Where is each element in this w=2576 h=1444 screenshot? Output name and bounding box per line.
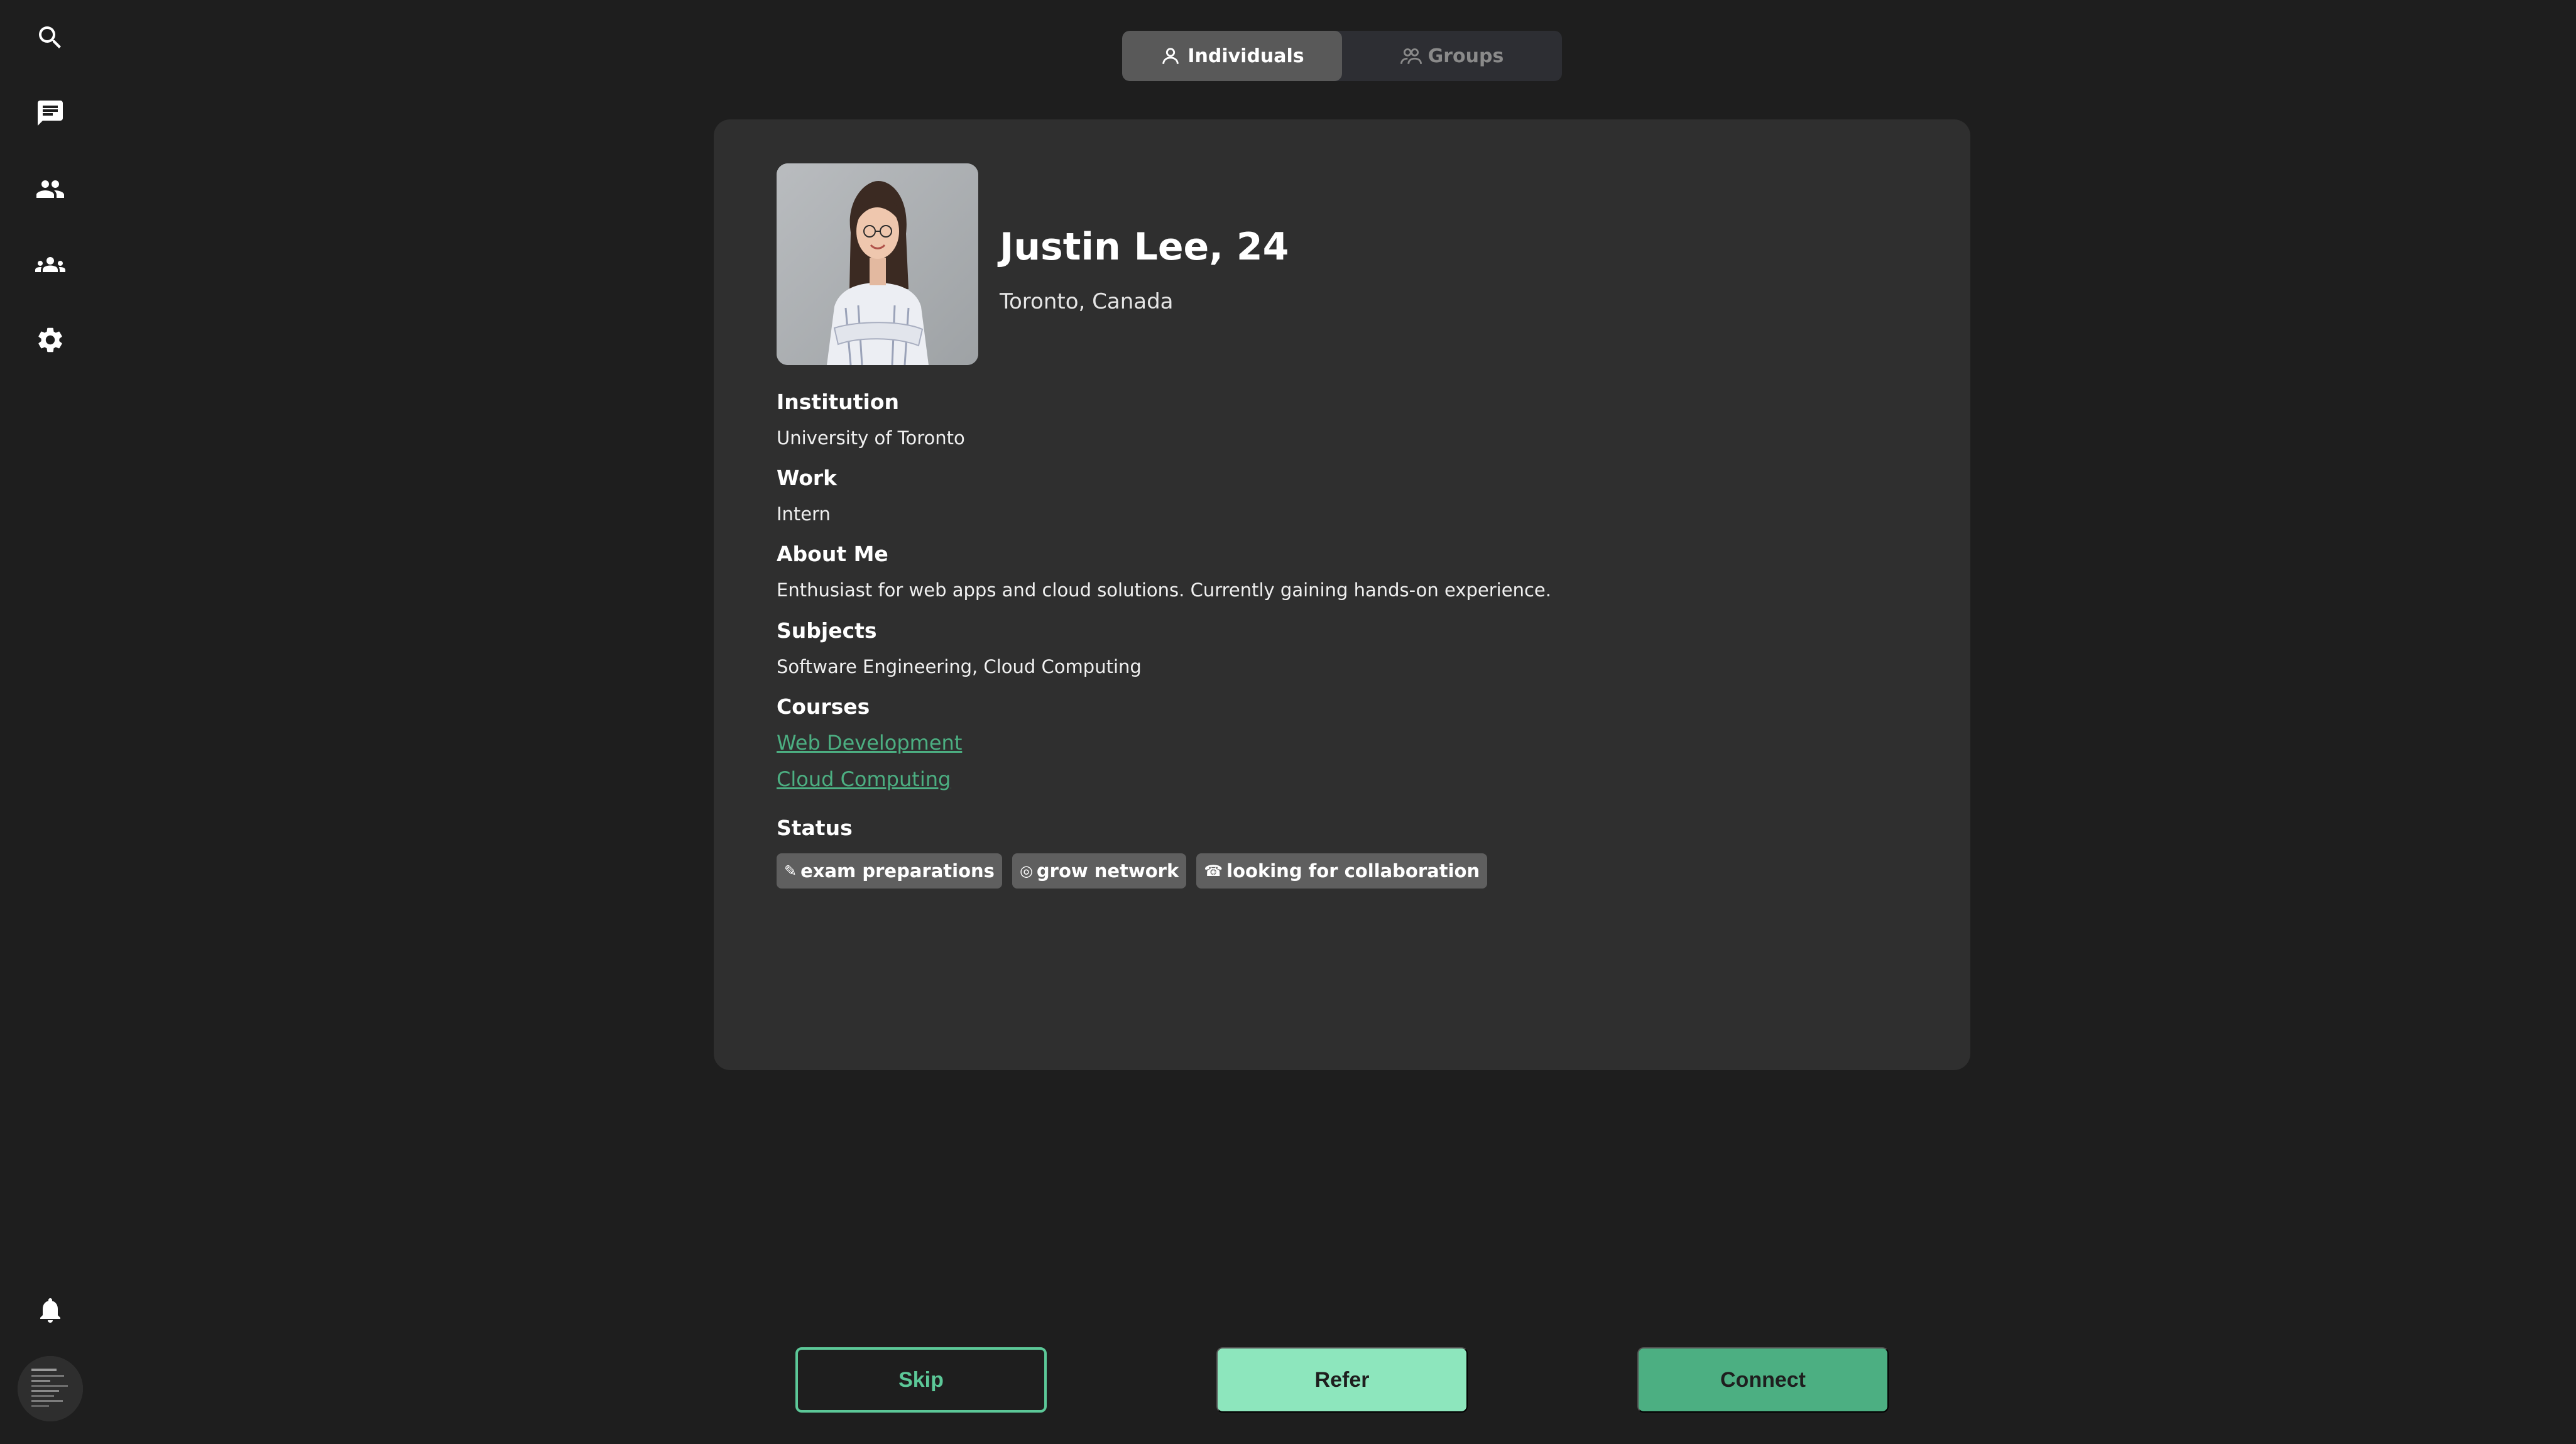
status-badge-label: exam preparations — [800, 860, 995, 882]
pencil-icon: ✎ — [784, 862, 797, 880]
status-label: Status — [777, 816, 853, 840]
profile-name: Justin Lee, 24 — [1000, 225, 1289, 269]
refer-button[interactable]: Refer — [1216, 1347, 1468, 1413]
tab-groups[interactable]: Groups — [1342, 31, 1562, 81]
skip-button[interactable]: Skip — [795, 1347, 1047, 1413]
about-label: About Me — [777, 542, 888, 566]
profile-location: Toronto, Canada — [1000, 289, 1174, 314]
course-link-web-development[interactable]: Web Development — [777, 731, 962, 755]
about-value: Enthusiast for web apps and cloud soluti… — [777, 579, 1551, 601]
people-icon[interactable] — [31, 170, 69, 208]
bell-icon[interactable] — [31, 1291, 69, 1329]
subjects-value: Software Engineering, Cloud Computing — [777, 656, 1142, 677]
groups-icon[interactable] — [31, 246, 69, 283]
work-value: Intern — [777, 503, 831, 525]
group-icon — [1400, 48, 1422, 64]
status-badge-label: looking for collaboration — [1226, 860, 1480, 882]
tab-individuals-label: Individuals — [1187, 45, 1304, 67]
app-root: Individuals Groups Justin Lee, 24 Toront… — [0, 0, 2576, 1444]
chat-icon[interactable] — [31, 94, 69, 132]
profile-card: Justin Lee, 24 Toronto, Canada Instituti… — [714, 119, 1970, 1070]
subjects-label: Subjects — [777, 618, 877, 643]
tab-groups-label: Groups — [1427, 45, 1504, 67]
search-icon[interactable] — [31, 19, 69, 57]
status-badges: ✎ exam preparations ◎ grow network ☎ loo… — [777, 853, 1488, 889]
status-badge: ◎ grow network — [1012, 853, 1187, 889]
status-badge-label: grow network — [1036, 860, 1179, 882]
person-icon — [1162, 48, 1179, 64]
profile-photo — [777, 163, 978, 365]
institution-value: University of Toronto — [777, 427, 965, 449]
connect-button[interactable]: Connect — [1637, 1347, 1889, 1413]
course-link-cloud-computing[interactable]: Cloud Computing — [777, 767, 951, 791]
status-badge: ☎ looking for collaboration — [1196, 853, 1488, 889]
settings-icon[interactable] — [31, 321, 69, 359]
phone-icon: ☎ — [1204, 862, 1223, 880]
network-icon: ◎ — [1019, 862, 1033, 880]
courses-label: Courses — [777, 694, 870, 719]
view-tabs: Individuals Groups — [1122, 31, 1562, 81]
work-label: Work — [777, 466, 838, 490]
sidebar — [0, 0, 101, 1444]
user-avatar[interactable] — [18, 1356, 83, 1421]
institution-label: Institution — [777, 390, 900, 414]
tab-individuals[interactable]: Individuals — [1122, 31, 1342, 81]
status-badge: ✎ exam preparations — [777, 853, 1002, 889]
